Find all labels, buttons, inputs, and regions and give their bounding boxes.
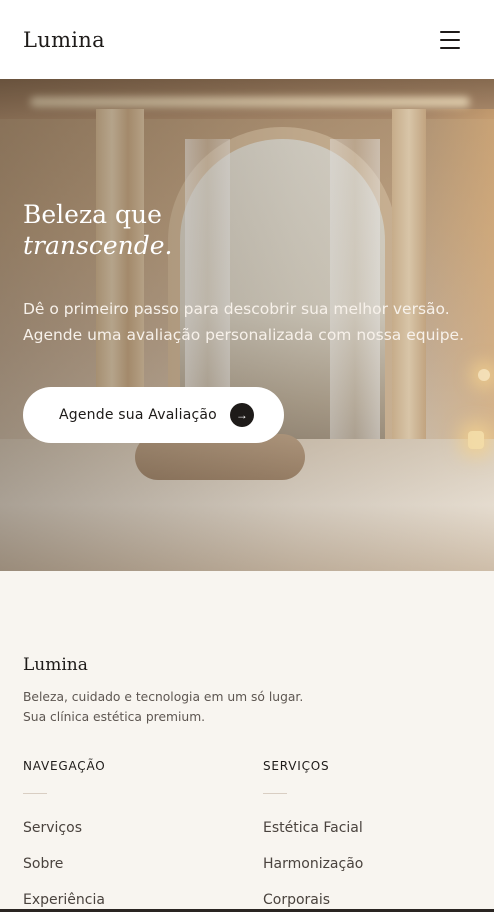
arrow-right-icon: → — [229, 403, 254, 427]
footer-services-list: Estética Facial Harmonização Corporais — [263, 820, 363, 912]
footer-divider — [23, 793, 47, 794]
footer-brand[interactable]: Lumina — [23, 655, 88, 675]
cta-label: Agende sua Avaliação — [59, 407, 217, 423]
footer-divider — [263, 793, 287, 794]
menu-line — [440, 31, 460, 33]
footer-link-estetica-facial[interactable]: Estética Facial — [263, 820, 363, 856]
hamburger-menu-icon[interactable] — [440, 31, 460, 49]
site-footer: Lumina Beleza, cuidado e tecnologia em u… — [0, 571, 494, 912]
footer-services-heading: SERVIÇOS — [263, 759, 330, 773]
menu-line — [440, 39, 460, 41]
footer-nav-list: Serviços Sobre Experiência — [23, 820, 106, 912]
footer-nav-column: NAVEGAÇÃO Serviços Sobre Experiência — [23, 759, 106, 912]
footer-description: Beleza, cuidado e tecnologia em um só lu… — [23, 690, 304, 724]
hero-title: Beleza que transcende. — [23, 199, 473, 261]
hero-description: Dê o primeiro passo para descobrir sua m… — [23, 300, 465, 344]
hero-content: Beleza que transcende. Dê o primeiro pas… — [23, 199, 473, 348]
hero-title-line2: transcende. — [23, 231, 173, 260]
menu-line — [440, 47, 460, 49]
brand-logo[interactable]: Lumina — [23, 28, 105, 52]
schedule-evaluation-button[interactable]: Agende sua Avaliação → — [23, 387, 284, 443]
footer-link-sobre[interactable]: Sobre — [23, 856, 106, 892]
site-header: Lumina — [0, 0, 494, 79]
footer-link-servicos[interactable]: Serviços — [23, 820, 106, 856]
footer-link-harmonizacao[interactable]: Harmonização — [263, 856, 363, 892]
hero-title-line1: Beleza que — [23, 200, 162, 229]
footer-nav-heading: NAVEGAÇÃO — [23, 759, 106, 773]
footer-services-column: SERVIÇOS Estética Facial Harmonização Co… — [263, 759, 363, 912]
hero-section: Beleza que transcende. Dê o primeiro pas… — [0, 79, 494, 571]
